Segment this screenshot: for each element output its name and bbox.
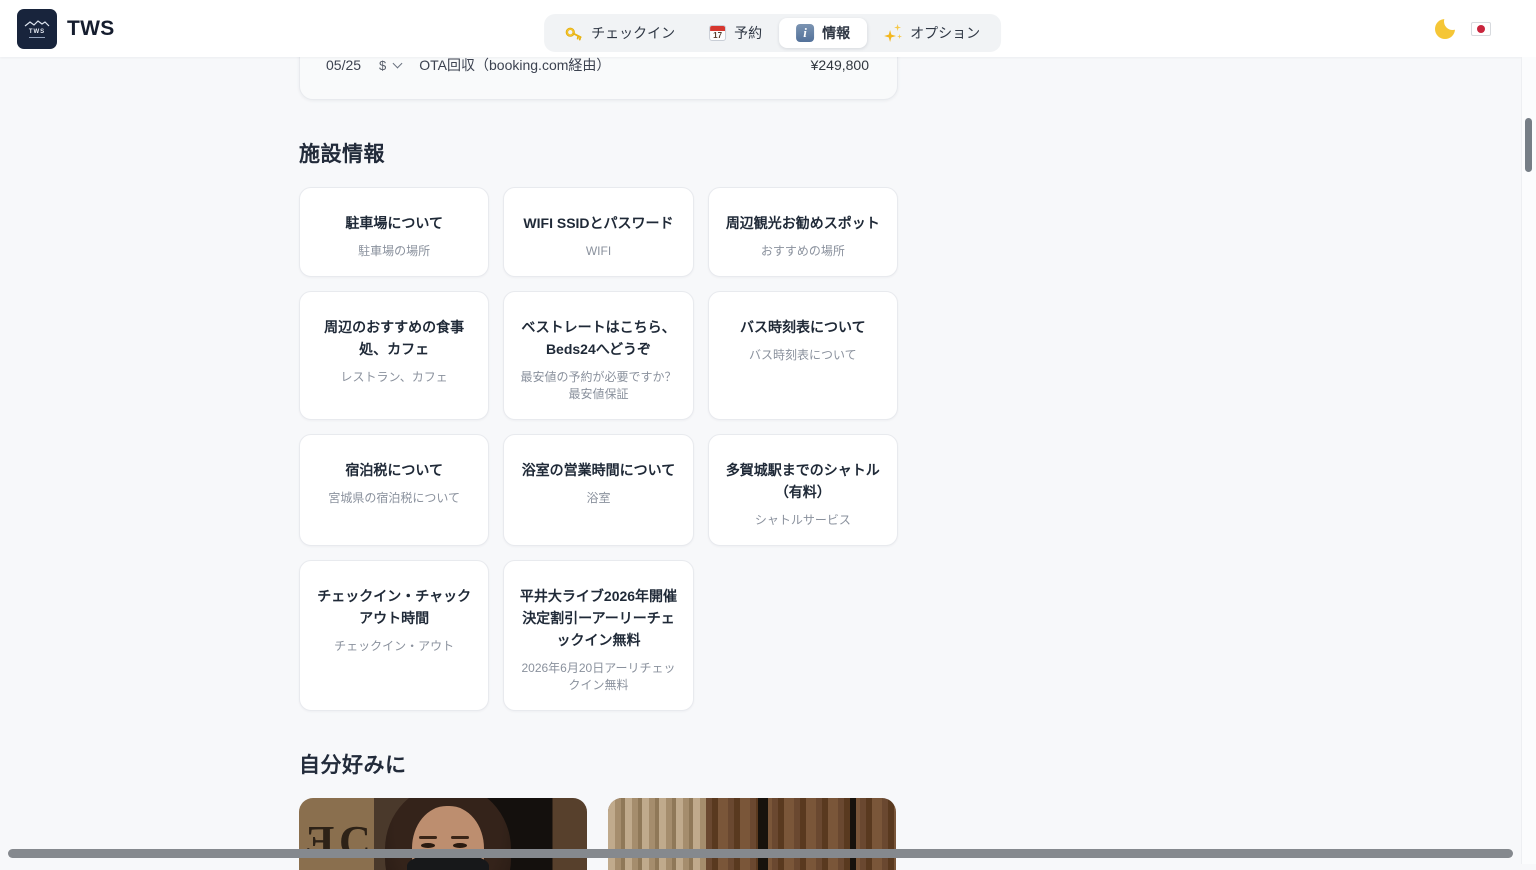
nav-tab-options[interactable]: オプション bbox=[867, 18, 997, 48]
facility-cards: 駐車場について駐車場の場所 WIFI SSIDとパスワード WIFI 周辺観光お勧めス… bbox=[299, 187, 898, 711]
personalize-section-title: 自分好みに bbox=[299, 749, 898, 779]
transaction-currency: $ bbox=[379, 58, 386, 73]
info-card[interactable]: チェックイン・チャックアウト時間チェックイン・アウト bbox=[299, 560, 489, 711]
info-card-subtitle: 浴室 bbox=[516, 490, 680, 507]
personalize-images: Ǝ C bbox=[299, 798, 898, 870]
nav-label: 情報 bbox=[822, 23, 850, 43]
transaction-amount: ¥249,800 bbox=[811, 57, 869, 73]
info-card[interactable]: 多賀城駅までのシャトル（有料） シャトルサービス bbox=[708, 434, 898, 546]
nav-tab-info[interactable]: i 情報 bbox=[779, 18, 867, 48]
woman-portrait-photo[interactable]: Ǝ C bbox=[299, 798, 587, 870]
info-card[interactable]: バス時刻表についてバス時刻表について bbox=[708, 291, 898, 420]
info-card[interactable]: 周辺のおすすめの食事処、カフェレストラン、カフェ bbox=[299, 291, 489, 420]
transaction-date: 05/25 bbox=[326, 57, 361, 73]
transaction-row: 05/25 $ OTA回収（booking.com経由） ¥249,800 bbox=[326, 55, 869, 75]
nav-label: チェックイン bbox=[591, 23, 675, 43]
top-header: TWS TWS チェックイン 17 予約 i 情報 bbox=[0, 0, 1536, 57]
info-card-title: ベストレートはこちら、Beds24へどうぞ bbox=[516, 316, 680, 360]
vertical-scrollbar-track[interactable] bbox=[1521, 57, 1536, 864]
main-nav: チェックイン 17 予約 i 情報 オプション bbox=[544, 14, 1001, 52]
info-card[interactable]: 浴室の営業時間について浴室 bbox=[503, 434, 693, 546]
info-card-title: 周辺観光お勧めスポット bbox=[721, 212, 885, 234]
info-card[interactable]: ベストレートはこちら、Beds24へどうぞ最安値の予約が必要ですか？最安値保証 bbox=[503, 291, 693, 420]
info-card[interactable]: 駐車場について駐車場の場所 bbox=[299, 187, 489, 277]
info-card-subtitle: WIFI bbox=[516, 243, 680, 260]
logo-text: TWS bbox=[29, 29, 45, 35]
horizontal-scrollbar-thumb[interactable] bbox=[8, 849, 1513, 858]
calendar-icon: 17 bbox=[709, 25, 726, 41]
info-card-subtitle: チェックイン・アウト bbox=[312, 638, 476, 655]
info-icon: i bbox=[796, 24, 814, 42]
brand-name: TWS bbox=[67, 17, 115, 41]
info-card[interactable]: 宿泊税について宮城県の宿泊税について bbox=[299, 434, 489, 546]
dark-mode-toggle-moon-icon[interactable] bbox=[1435, 19, 1455, 39]
info-card-subtitle: バス時刻表について bbox=[721, 347, 885, 364]
nav-label: 予約 bbox=[734, 23, 762, 43]
vertical-scrollbar-thumb[interactable] bbox=[1525, 118, 1532, 172]
info-card[interactable]: WIFI SSIDとパスワード WIFI bbox=[503, 187, 693, 277]
logo-underline bbox=[29, 37, 45, 38]
info-card[interactable]: 周辺観光お勧めスポットおすすめの場所 bbox=[708, 187, 898, 277]
calendar-icon-day: 17 bbox=[710, 31, 725, 40]
brand[interactable]: TWS TWS bbox=[17, 9, 115, 49]
info-card-title: 宿泊税について bbox=[312, 459, 476, 481]
info-card-subtitle: 2026年6月20日アーリチェックイン無料 bbox=[516, 660, 680, 694]
info-card-title: 周辺のおすすめの食事処、カフェ bbox=[312, 316, 476, 360]
info-card-title: 浴室の営業時間について bbox=[516, 459, 680, 481]
wood-panel-curtain-photo[interactable] bbox=[608, 798, 896, 870]
info-card-title: 多賀城駅までのシャトル（有料） bbox=[721, 459, 885, 503]
nav-tab-checkin[interactable]: チェックイン bbox=[548, 18, 692, 48]
info-card-title: 平井大ライブ2026年開催決定割引ーアーリーチェックイン無料 bbox=[516, 585, 680, 651]
main-content: 05/25 $ OTA回収（booking.com経由） ¥249,800 施設… bbox=[299, 0, 898, 870]
info-card-subtitle: おすすめの場所 bbox=[721, 243, 885, 260]
info-card-subtitle: シャトルサービス bbox=[721, 512, 885, 529]
info-card-subtitle: 宮城県の宿泊税について bbox=[312, 490, 476, 507]
info-card-subtitle: 駐車場の場所 bbox=[312, 243, 476, 260]
facility-section-title: 施設情報 bbox=[299, 138, 898, 168]
roofline-icon bbox=[24, 19, 50, 28]
key-icon bbox=[565, 24, 583, 42]
info-card-subtitle: レストラン、カフェ bbox=[312, 369, 476, 386]
nav-label: オプション bbox=[910, 23, 980, 43]
info-card[interactable]: 平井大ライブ2026年開催決定割引ーアーリーチェックイン無料 2026年6月20日… bbox=[503, 560, 693, 711]
info-card-title: 駐車場について bbox=[312, 212, 476, 234]
tws-logo-icon: TWS bbox=[17, 9, 57, 49]
header-actions bbox=[1435, 0, 1491, 57]
info-card-title: WIFI SSIDとパスワード bbox=[516, 212, 680, 234]
sparkles-icon bbox=[884, 24, 902, 42]
info-card-title: チェックイン・チャックアウト時間 bbox=[312, 585, 476, 629]
language-japan-flag-icon[interactable] bbox=[1471, 22, 1491, 36]
transaction-description: OTA回収（booking.com経由） bbox=[419, 55, 610, 75]
chevron-down-icon[interactable] bbox=[393, 59, 403, 69]
nav-tab-reservation[interactable]: 17 予約 bbox=[692, 18, 779, 48]
info-card-subtitle: 最安値の予約が必要ですか？最安値保証 bbox=[516, 369, 680, 403]
info-card-title: バス時刻表について bbox=[721, 316, 885, 338]
